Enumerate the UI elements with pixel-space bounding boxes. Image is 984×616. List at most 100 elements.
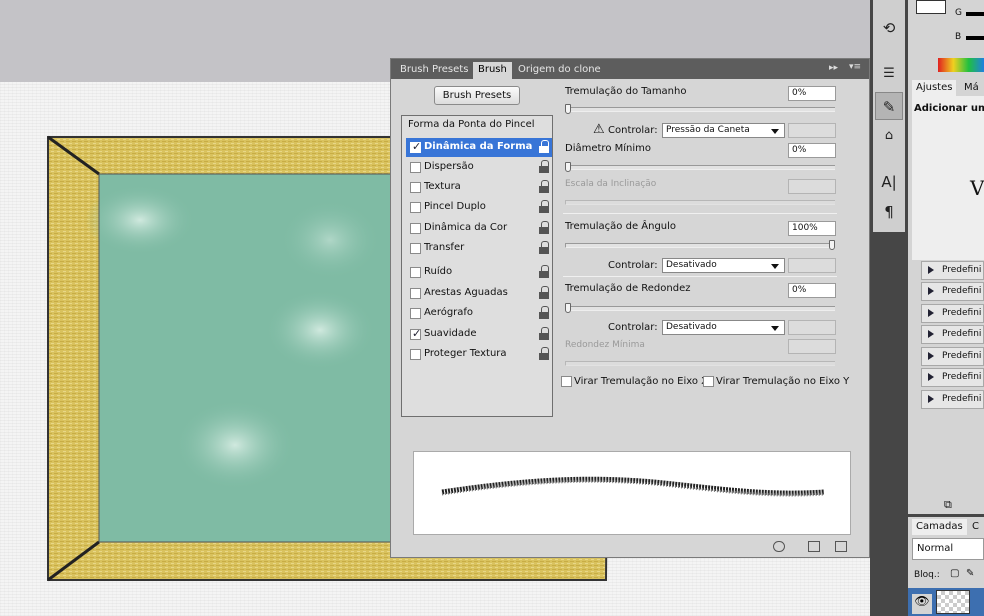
green-label: G — [955, 8, 962, 18]
layer-thumbnail[interactable] — [936, 590, 970, 614]
min-roundness-slider — [565, 361, 835, 366]
option-dual-brush[interactable]: Pincel Duplo — [406, 198, 552, 217]
lock-icon[interactable] — [539, 180, 549, 193]
roundness-jitter-slider[interactable] — [565, 306, 835, 311]
size-jitter-slider[interactable] — [565, 107, 835, 112]
history-icon[interactable]: ⟲ — [875, 14, 903, 42]
roundness-jitter-label: Tremulação de Redondez — [565, 283, 691, 294]
angle-jitter-thumb[interactable] — [829, 240, 835, 250]
preset-row[interactable]: Predefini — [921, 390, 984, 409]
checkbox[interactable] — [410, 349, 421, 360]
flip-x-label: Virar Tremulação no Eixo X — [574, 376, 709, 387]
checkbox[interactable] — [410, 202, 421, 213]
blue-slider[interactable] — [966, 36, 984, 40]
checkbox[interactable] — [410, 288, 421, 299]
character-icon[interactable]: A| — [875, 168, 903, 196]
lock-icon[interactable] — [539, 221, 549, 234]
tab-channels[interactable]: C — [968, 519, 983, 535]
lock-icon[interactable] — [539, 347, 549, 360]
angle-control-select[interactable]: Desativado — [662, 258, 785, 273]
brush-icon[interactable]: ✎ — [875, 92, 903, 120]
preset-row[interactable]: Predefini — [921, 325, 984, 344]
min-diameter-thumb[interactable] — [565, 162, 571, 172]
option-noise[interactable]: Ruído — [406, 263, 552, 282]
angle-jitter-slider[interactable] — [565, 243, 835, 248]
lock-icon[interactable] — [539, 265, 549, 278]
brush-panel: Brush Presets Brush Origem do clone ▸▸ ▾… — [390, 58, 870, 558]
tab-clone-source[interactable]: Origem do clone — [513, 62, 606, 79]
toggle-live-tip-icon[interactable] — [773, 541, 785, 552]
paragraph-icon[interactable]: ¶ — [875, 198, 903, 226]
tilt-scale-label: Escala da Inclinação — [565, 179, 657, 189]
lock-icon[interactable] — [539, 327, 549, 340]
grid-icon[interactable] — [808, 541, 820, 552]
min-diameter-input[interactable]: 0% — [788, 143, 836, 158]
lock-pixels-icon[interactable]: ✎ — [966, 568, 974, 579]
roundness-jitter-thumb[interactable] — [565, 303, 571, 313]
tab-masks[interactable]: Má — [960, 80, 983, 96]
checkbox[interactable] — [410, 308, 421, 319]
lock-icon[interactable] — [539, 306, 549, 319]
option-scattering[interactable]: Dispersão — [406, 158, 552, 177]
option-airbrush[interactable]: Aerógrafo — [406, 304, 552, 323]
roundness-jitter-input[interactable]: 0% — [788, 283, 836, 298]
option-label: Dinâmica da Cor — [424, 222, 508, 233]
option-shape-dynamics[interactable]: Dinâmica da Forma — [406, 138, 552, 157]
color-ramp[interactable] — [938, 58, 984, 72]
checkbox[interactable] — [410, 223, 421, 234]
brush-tip-shape-item[interactable]: Forma da Ponta do Pincel — [408, 119, 535, 130]
foreground-color-swatch[interactable] — [916, 0, 946, 14]
flip-x-checkbox[interactable] — [561, 376, 572, 387]
checkbox[interactable] — [410, 267, 421, 278]
lock-icon[interactable] — [539, 241, 549, 254]
lock-icon[interactable] — [539, 286, 549, 299]
green-slider[interactable] — [966, 12, 984, 16]
option-wet-edges[interactable]: Arestas Aguadas — [406, 284, 552, 303]
clone-source-icon[interactable]: ⌂ — [875, 122, 903, 150]
min-roundness-disabled-field — [788, 339, 836, 354]
eye-icon[interactable]: 👁 — [912, 594, 932, 614]
collapse-icon[interactable]: ▸▸ — [829, 63, 838, 73]
brush-settings-icon[interactable]: ☰ — [875, 60, 903, 88]
tab-brush-presets[interactable]: Brush Presets — [395, 62, 473, 79]
option-label: Textura — [424, 181, 461, 192]
tab-brush[interactable]: Brush — [473, 62, 512, 79]
min-diameter-slider[interactable] — [565, 165, 835, 170]
option-texture[interactable]: Textura — [406, 178, 552, 197]
levels-icon[interactable]: V — [970, 176, 984, 200]
new-brush-icon[interactable] — [835, 541, 847, 552]
flip-y-checkbox[interactable] — [703, 376, 714, 387]
option-transfer[interactable]: Transfer — [406, 239, 552, 258]
option-protect-texture[interactable]: Proteger Textura — [406, 345, 552, 364]
roundness-control-select[interactable]: Desativado — [662, 320, 785, 335]
brush-options-list: Forma da Ponta do Pincel Dinâmica da For… — [401, 115, 553, 417]
preset-row[interactable]: Predefini — [921, 368, 984, 387]
preset-row[interactable]: Predefini — [921, 347, 984, 366]
checkbox[interactable] — [410, 243, 421, 254]
size-jitter-input[interactable]: 0% — [788, 86, 836, 101]
tab-adjustments[interactable]: Ajustes — [912, 80, 957, 96]
option-color-dynamics[interactable]: Dinâmica da Cor — [406, 219, 552, 238]
checkbox[interactable] — [410, 162, 421, 173]
adjustments-footer-icon[interactable]: ⧉ — [944, 498, 952, 512]
lock-icon[interactable] — [539, 140, 549, 153]
lock-icon[interactable] — [539, 200, 549, 213]
lock-transparency-icon[interactable]: ▢ — [950, 568, 959, 579]
tab-layers[interactable]: Camadas — [912, 519, 967, 535]
checkbox[interactable] — [410, 327, 421, 340]
preset-row[interactable]: Predefini — [921, 304, 984, 323]
preset-row[interactable]: Predefini — [921, 282, 984, 301]
option-smoothing[interactable]: Suavidade — [406, 325, 552, 344]
lock-icon[interactable] — [539, 160, 549, 173]
checkbox[interactable] — [410, 182, 421, 193]
brush-presets-button[interactable]: Brush Presets — [434, 86, 520, 105]
panel-menu-icon[interactable]: ▾≡ — [849, 62, 861, 72]
blend-mode-select[interactable]: Normal — [912, 538, 984, 560]
panel-separator — [908, 514, 984, 517]
size-control-select[interactable]: Pressão da Caneta — [662, 123, 785, 138]
option-label: Transfer — [424, 242, 465, 253]
preset-row[interactable]: Predefini — [921, 261, 984, 280]
angle-jitter-input[interactable]: 100% — [788, 221, 836, 236]
size-jitter-thumb[interactable] — [565, 104, 571, 114]
checkbox[interactable] — [410, 140, 421, 153]
